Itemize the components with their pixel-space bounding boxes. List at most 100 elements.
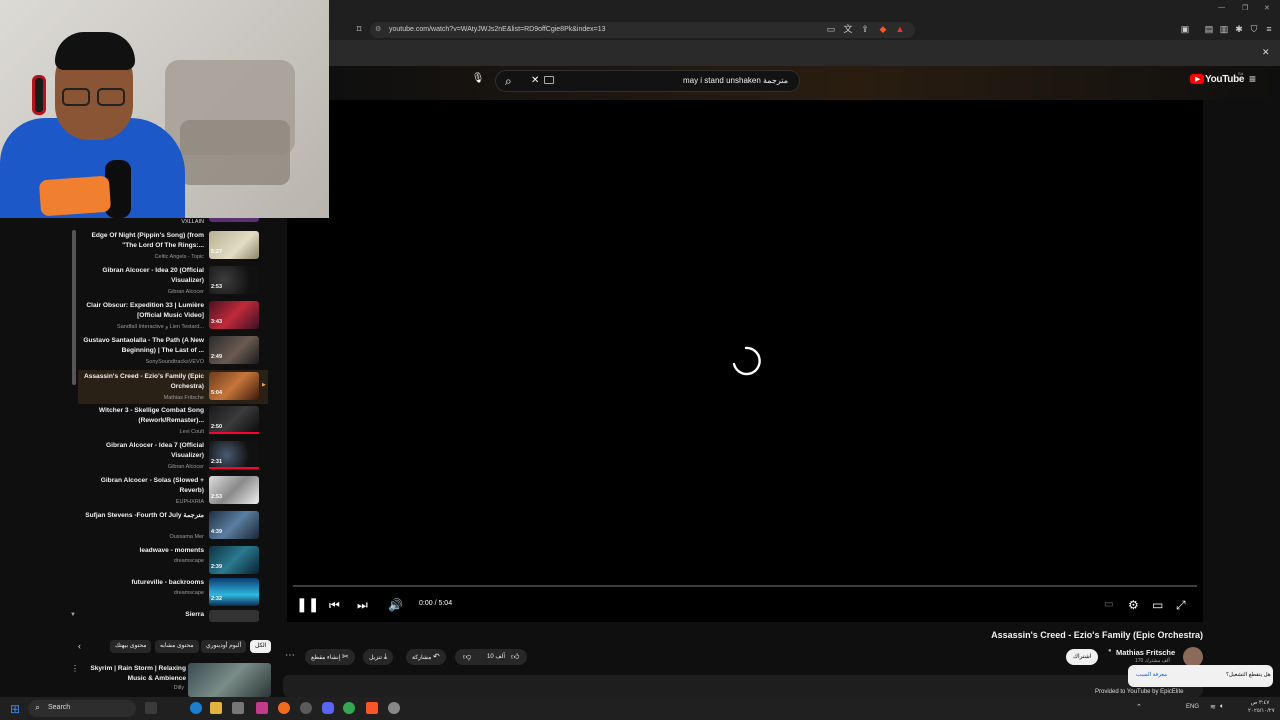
camera-app-icon[interactable] (232, 702, 244, 714)
clear-search-icon[interactable]: ✕ (531, 75, 539, 86)
hamburger-menu-icon[interactable]: ≡ (1249, 72, 1256, 86)
progress-bar[interactable] (293, 585, 1197, 587)
channel-avatar[interactable] (1183, 647, 1203, 667)
playlist-item-title: Gustavo Santaolalla - The Path (A New Be… (83, 337, 204, 354)
task-view-icon[interactable] (145, 702, 157, 714)
keyboard-icon[interactable] (544, 76, 554, 84)
playlist-item-channel: SonySoundtracksVEVO (145, 359, 204, 365)
app-icon[interactable] (256, 702, 268, 714)
clock[interactable]: ٣:٤٧ ص (1248, 699, 1272, 707)
playlist-item[interactable]: Edge Of Night (Pippin's Song) (from "The… (78, 231, 268, 265)
close-icon[interactable]: ✕ (1262, 47, 1270, 58)
chip-4[interactable]: محتوى بيهتك (110, 640, 152, 653)
subscribe-button[interactable]: اشتراك (1066, 649, 1099, 665)
windows-start-icon[interactable]: ⊞ (10, 702, 20, 716)
video-player[interactable] (287, 100, 1203, 622)
tabs-icon[interactable]: ▥ (1219, 24, 1229, 34)
duration: 5:04 (211, 390, 223, 396)
search-icon[interactable]: ⌕ (505, 74, 512, 89)
now-playing-icon: ▶ (262, 382, 266, 388)
chip-3[interactable]: محتوى مشابه (155, 640, 199, 653)
playlist-item[interactable]: Clair Obscur: Expedition 33 | Lumière [O… (78, 301, 268, 335)
playlist-item-title: Gibran Alcocer - Idea 20 (Official Visua… (102, 267, 204, 284)
dislike-icon[interactable]: 👎︎ (463, 649, 471, 665)
wifi-icon[interactable]: ≋ (1210, 703, 1216, 711)
maximize-button[interactable]: ❐ (1242, 4, 1248, 12)
duration: 2:31 (211, 459, 223, 465)
speaker-icon[interactable]: 🔈︎ (1220, 703, 1224, 711)
channel-name[interactable]: Mathias Fritsche (1116, 648, 1175, 657)
taskbar-search-box[interactable]: ⌕ Search (28, 700, 136, 717)
brave-rewards-icon[interactable]: ▲ (895, 24, 905, 34)
chip-2[interactable]: ألبوم أودينوري (201, 640, 247, 653)
playlist-item-active[interactable]: Assassin's Creed - Ezio's Family (Epic O… (78, 370, 268, 404)
recommended-thumbnail[interactable] (188, 663, 271, 697)
file-explorer-icon[interactable] (210, 702, 222, 714)
firefox-icon[interactable] (278, 702, 290, 714)
more-options-icon[interactable]: ⋮ (71, 664, 79, 673)
cast-icon[interactable]: ▭ (826, 24, 836, 34)
chip-scroll-left-icon[interactable]: ‹ (78, 641, 81, 651)
recommended-title[interactable]: Skyrim | Rain Storm | Relaxing Music & A… (82, 664, 186, 683)
description-box[interactable]: Provided to YouTube by EpicElite (283, 675, 1203, 697)
previous-button[interactable]: ⏮ (329, 598, 340, 612)
playlist-item-channel: EUPHXRIA (175, 499, 204, 505)
discord-icon[interactable] (322, 702, 334, 714)
sidebar-icon[interactable]: ▣ (1180, 24, 1190, 34)
share-button[interactable]: مشاركة ↶ (406, 649, 446, 665)
next-button[interactable]: ⏭ (357, 598, 368, 612)
duration: 2:39 (211, 564, 223, 570)
playlist-item-title: Sierra (185, 611, 204, 618)
search-icon: ⌕ (35, 702, 41, 712)
playlist-item[interactable]: futureville - backrooms dreamscape 2:32 (78, 578, 268, 612)
site-settings-icon[interactable]: ⚙ (375, 22, 381, 38)
download-button[interactable]: تنزيل ⤓ (363, 649, 394, 665)
chrome-icon[interactable] (343, 702, 355, 714)
playlist-scrollbar[interactable] (72, 230, 76, 385)
thumbnail (209, 610, 259, 622)
show-hidden-icons[interactable]: ⌃ (1136, 703, 1142, 711)
playlist-item-channel: Sandfall Interactive و Lien Testard... (117, 324, 204, 330)
fullscreen-icon[interactable]: ⤢ (1176, 598, 1186, 612)
playlist-item[interactable]: Gibran Alcocer - Idea 20 (Official Visua… (78, 266, 268, 300)
volume-icon[interactable]: 🔊 (388, 598, 403, 612)
translate-icon[interactable]: 文 (843, 24, 853, 34)
pause-button[interactable]: ❚❚ (296, 597, 319, 611)
clip-button[interactable]: إنشاء مقطع ✂ (305, 649, 355, 665)
steam-icon[interactable] (300, 702, 312, 714)
minimize-button[interactable]: — (1218, 4, 1225, 11)
settings-gear-icon[interactable]: ⚙ (1128, 598, 1139, 612)
like-icon[interactable]: 👍︎ (511, 649, 519, 665)
bookmark-icon[interactable]: ⌑ (354, 24, 364, 34)
playlist-item[interactable]: Gibran Alcocer - Idea 7 (Official Visual… (78, 441, 268, 475)
subtitles-icon[interactable]: ▭ (1104, 598, 1113, 612)
playlist-item[interactable]: Gibran Alcocer - Solas (Slowed + Reverb)… (78, 476, 268, 510)
headphone-shape (32, 75, 46, 115)
shield-icon[interactable]: ⛉ (1249, 24, 1259, 34)
clip-label: إنشاء مقطع (311, 655, 341, 661)
reader-icon[interactable]: ▤ (1204, 24, 1214, 34)
playlist-item[interactable]: Sufjan Stevens -Fourth Of July مترجمة Ou… (78, 511, 268, 545)
share-page-icon[interactable]: ⇪ (860, 24, 870, 34)
scroll-down-icon[interactable]: ▼ (70, 612, 76, 618)
learn-why-link[interactable]: معرفة السبب (1136, 672, 1167, 678)
language-indicator[interactable]: ENG (1186, 704, 1199, 710)
settings-icon[interactable] (388, 702, 400, 714)
playlist-item[interactable]: Sierra (78, 610, 268, 622)
extensions-icon[interactable]: ✱ (1234, 24, 1244, 34)
playlist-item[interactable]: leadwave - moments dreamscape 2:39 (78, 546, 268, 580)
playlist-item[interactable]: Witcher 3 - Skellige Combat Song (Rework… (78, 406, 268, 440)
youtube-logo-icon[interactable]: ▶ (1190, 74, 1204, 84)
chip-all[interactable]: الكل (250, 640, 272, 653)
brave-shields-icon[interactable]: ◆ (878, 24, 888, 34)
microphone-icon[interactable]: 🎙 (471, 73, 485, 87)
loading-spinner-icon (732, 346, 761, 376)
menu-icon[interactable]: ≡ (1264, 24, 1274, 34)
duration: 2:49 (211, 354, 223, 360)
edge-icon[interactable] (190, 702, 202, 714)
close-window-button[interactable]: ✕ (1264, 4, 1270, 12)
theater-mode-icon[interactable]: ▭ (1152, 598, 1163, 612)
brave-icon[interactable] (366, 702, 378, 714)
more-actions-icon[interactable]: ⋯ (285, 650, 295, 661)
playlist-item[interactable]: Gustavo Santaolalla - The Path (A New Be… (78, 336, 268, 370)
